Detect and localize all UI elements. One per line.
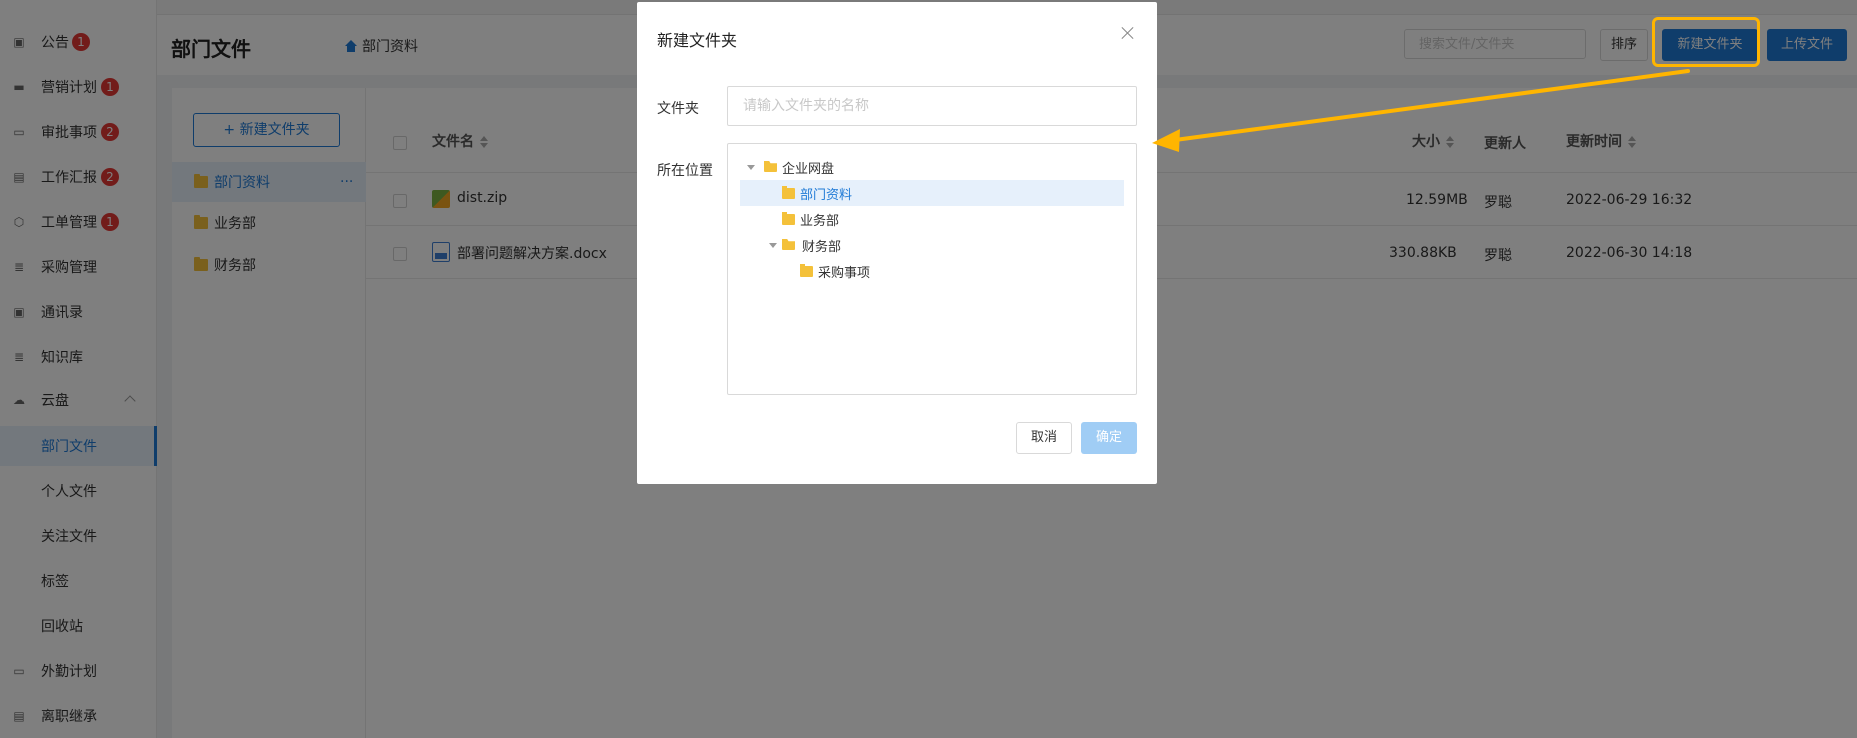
caret-down-icon[interactable] — [747, 165, 755, 170]
new-folder-dialog: 新建文件夹 文件夹 所在位置 企业网盘 部门资料 业务部 财务部 采购事项 取消… — [637, 2, 1157, 484]
caret-down-icon[interactable] — [769, 243, 777, 248]
cancel-button[interactable]: 取消 — [1016, 422, 1072, 454]
tree-node-business[interactable]: 业务部 — [740, 206, 1124, 232]
folder-open-icon — [764, 161, 777, 172]
folder-name-input[interactable] — [727, 86, 1137, 126]
tree-node-dept[interactable]: 部门资料 — [740, 180, 1124, 206]
tree-node-finance[interactable]: 财务部 — [740, 232, 1124, 258]
location-label: 所在位置 — [657, 163, 713, 179]
tree-node-purchase[interactable]: 采购事项 — [740, 258, 1124, 284]
tree-label: 部门资料 — [800, 187, 853, 203]
folder-icon — [800, 264, 813, 277]
tree-label: 业务部 — [800, 213, 840, 229]
folder-icon — [782, 186, 795, 199]
highlight-annotation — [1652, 17, 1760, 67]
tree-label: 采购事项 — [818, 265, 871, 281]
tree-label: 企业网盘 — [782, 161, 835, 177]
folder-open-icon — [782, 239, 795, 250]
folder-name-label: 文件夹 — [657, 101, 699, 117]
tree-node-root[interactable]: 企业网盘 — [740, 154, 1130, 180]
dialog-title: 新建文件夹 — [657, 31, 738, 50]
confirm-button[interactable]: 确定 — [1081, 422, 1137, 454]
folder-icon — [782, 212, 795, 225]
close-icon[interactable] — [1121, 26, 1135, 40]
tree-label: 财务部 — [802, 239, 842, 255]
location-tree: 企业网盘 部门资料 业务部 财务部 采购事项 — [727, 143, 1137, 395]
